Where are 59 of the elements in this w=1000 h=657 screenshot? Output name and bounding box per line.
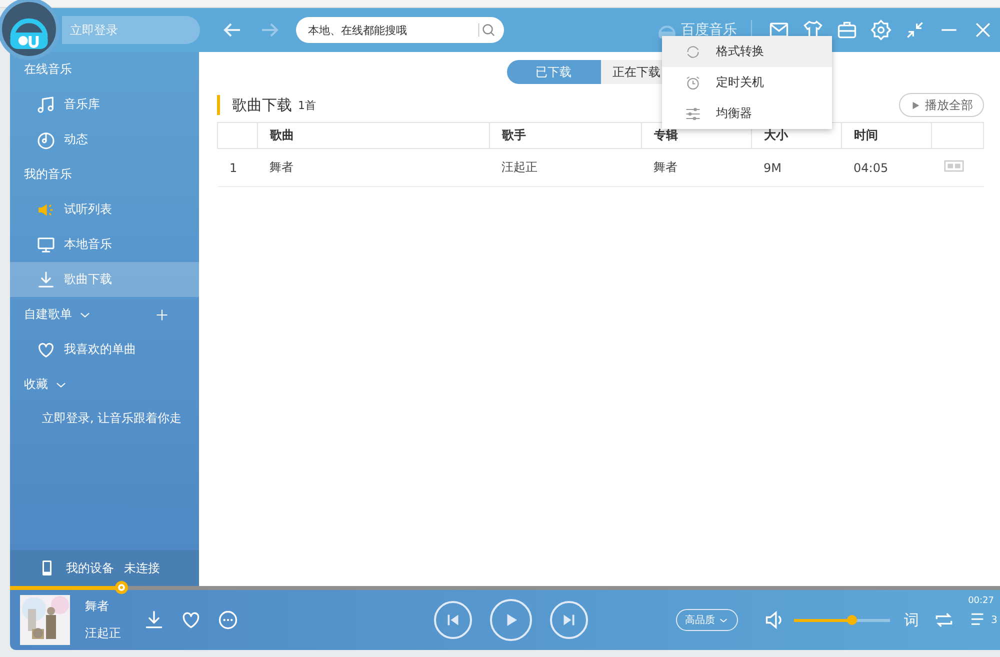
music-note-icon (36, 94, 56, 114)
table-cell: 汪起正 (490, 148, 642, 186)
column-header[interactable]: 时间 (842, 122, 932, 148)
section-title: 自建歌单 (24, 306, 72, 323)
item-label: 本地音乐 (64, 236, 112, 253)
menu-label: 均衡器 (716, 105, 752, 122)
artist-name: 汪起正 (85, 625, 121, 642)
section-title: 收藏 (24, 376, 48, 393)
sidebar-item[interactable]: 本地音乐 (10, 227, 199, 262)
previous-track-button[interactable] (434, 601, 472, 639)
search-icon[interactable] (478, 21, 496, 39)
section-title: 我的音乐 (24, 166, 72, 183)
toolbox-icon[interactable] (836, 19, 858, 41)
accent-bar (217, 95, 220, 115)
more-icon[interactable] (217, 609, 239, 631)
quality-selector[interactable]: 高品质 (676, 609, 738, 631)
disc-icon (36, 130, 56, 150)
sidebar-item[interactable]: 动态 (10, 122, 199, 157)
device-label: 我的设备 (66, 560, 114, 576)
settings-icon[interactable] (870, 19, 892, 41)
add-icon[interactable] (155, 308, 169, 322)
monitor-icon (36, 234, 56, 254)
section-heading: 歌曲下载 (232, 96, 292, 114)
column-header[interactable]: 歌手 (490, 122, 642, 148)
item-label: 试听列表 (64, 201, 112, 218)
menu-item[interactable]: 格式转换 (662, 36, 832, 67)
item-label: 歌曲下载 (64, 271, 112, 288)
menu-label: 定时关机 (716, 74, 764, 91)
item-label: 动态 (64, 131, 88, 148)
table-cell: 9M (752, 148, 842, 186)
menu-label: 格式转换 (716, 43, 764, 60)
device-status: 未连接 (124, 560, 160, 576)
download-icon[interactable] (143, 609, 165, 631)
sidebar-item[interactable]: 我喜欢的单曲 (10, 332, 199, 367)
play-all-button[interactable]: 播放全部 (899, 93, 984, 117)
elapsed-time: 00:27 (968, 596, 994, 606)
alarm-clock-icon (684, 74, 702, 92)
minimize-window-icon[interactable] (904, 19, 926, 41)
song-title: 舞者 (85, 598, 110, 615)
table-cell: 舞者 (258, 148, 490, 186)
song-count: 1首 (298, 98, 316, 112)
search-field[interactable]: 本地、在线都能搜哦 (296, 17, 504, 43)
next-track-button[interactable] (550, 601, 588, 639)
item-label: 我喜欢的单曲 (64, 341, 136, 358)
quality-badge-icon (944, 160, 964, 172)
brand-name: 百度音乐 (681, 21, 737, 39)
download-icon (36, 270, 56, 290)
sidebar-item[interactable]: 试听列表 (10, 192, 199, 227)
queue-count: 3 (991, 614, 998, 626)
play-button[interactable] (490, 599, 532, 641)
section-title: 在线音乐 (24, 61, 72, 78)
column-header[interactable]: 歌曲 (258, 122, 490, 148)
table-cell: 1 (218, 148, 258, 186)
table-cell: 舞者 (642, 148, 752, 186)
item-label: 音乐库 (64, 96, 100, 113)
play-icon (910, 100, 921, 110)
table-cell: 04:05 (842, 148, 932, 186)
login-hint: 立即登录, 让音乐跟着你走 (41, 410, 183, 427)
volume-handle[interactable] (846, 615, 857, 625)
